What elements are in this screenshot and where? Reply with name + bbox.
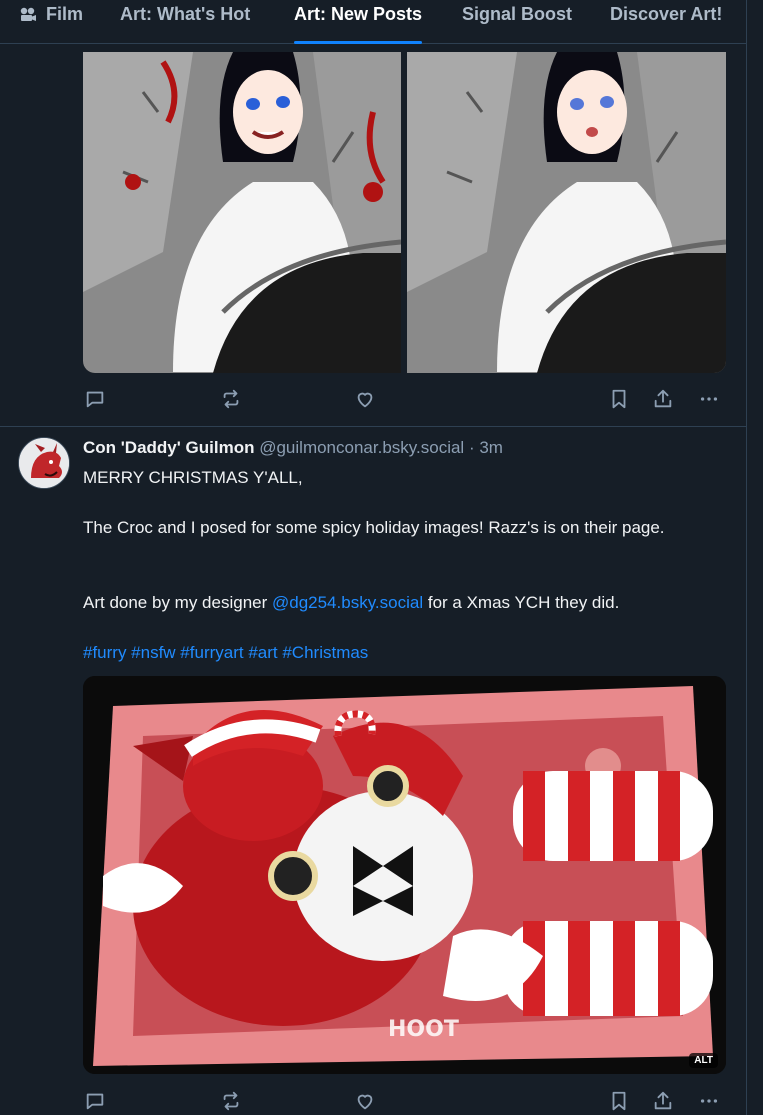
hashtags-link[interactable]: #furry #nsfw #furryart #art #Christmas <box>83 640 733 665</box>
tab-film[interactable]: Film <box>18 4 83 44</box>
feed-right-border <box>746 0 747 1115</box>
share-icon <box>654 389 672 408</box>
author-handle[interactable]: @guilmonconar.bsky.social <box>259 438 464 457</box>
tab-signal-boost[interactable]: Signal Boost <box>462 4 572 44</box>
red-dragon-avatar-image <box>19 438 69 488</box>
post-timestamp[interactable]: 3m <box>479 438 503 457</box>
reply-button[interactable] <box>82 386 108 412</box>
designer-mention-link[interactable]: @dg254.bsky.social <box>272 593 423 612</box>
bookmark-button[interactable] <box>606 386 632 412</box>
reply-icon <box>86 391 104 408</box>
tab-discover-art[interactable]: Discover Art! <box>610 4 722 44</box>
credit-text-end: for a Xmas YCH they did. <box>423 593 620 612</box>
christmas-dragon-artwork: HOOT <box>83 676 726 1074</box>
like-button[interactable] <box>352 1088 378 1114</box>
bookmark-button[interactable] <box>606 1088 632 1114</box>
bookmark-icon <box>612 1091 626 1111</box>
tab-label: Film <box>46 4 84 24</box>
share-icon <box>654 1091 672 1110</box>
post-text-line: MERRY CHRISTMAS Y'ALL, <box>83 468 303 487</box>
film-projector-icon <box>18 4 38 24</box>
more-icon <box>700 1099 718 1103</box>
tab-label: Art: New Posts <box>294 4 423 24</box>
post-image[interactable] <box>407 52 726 373</box>
more-button[interactable] <box>696 386 722 412</box>
like-button[interactable] <box>352 386 378 412</box>
repost-icon <box>223 1091 239 1111</box>
feed-tab-bar: Film Art: What's Hot Art: New Posts Sign… <box>0 0 746 44</box>
meta-separator: · <box>468 438 475 457</box>
post-text-credit: Art done by my designer @dg254.bsky.soci… <box>83 590 733 615</box>
post-image[interactable]: HOOT ALT <box>83 676 726 1074</box>
post-actions <box>82 386 722 416</box>
more-icon <box>700 397 718 401</box>
post-actions <box>82 1088 722 1115</box>
svg-text:HOOT: HOOT <box>388 1017 459 1042</box>
share-button[interactable] <box>650 1088 676 1114</box>
more-button[interactable] <box>696 1088 722 1114</box>
tab-art-new-posts[interactable]: Art: New Posts <box>294 4 423 44</box>
post-image[interactable] <box>83 52 401 373</box>
avatar[interactable] <box>18 437 70 489</box>
tab-label: Art: What's Hot <box>120 4 251 24</box>
like-icon <box>357 1094 373 1110</box>
repost-button[interactable] <box>218 1088 244 1114</box>
alt-text-badge[interactable]: ALT <box>689 1053 718 1068</box>
reply-icon <box>86 1093 104 1110</box>
active-tab-indicator <box>294 41 423 44</box>
reply-button[interactable] <box>82 1088 108 1114</box>
like-icon <box>357 392 373 408</box>
post-header: Con 'Daddy' Guilmon @guilmonconar.bsky.s… <box>83 438 733 458</box>
repost-button[interactable] <box>218 386 244 412</box>
anime-girl-artwork-bloody <box>83 52 401 373</box>
share-button[interactable] <box>650 386 676 412</box>
bookmark-icon <box>612 389 626 409</box>
author-name[interactable]: Con 'Daddy' Guilmon <box>83 438 254 457</box>
credit-text: Art done by my designer <box>83 593 272 612</box>
anime-girl-artwork-clean <box>407 52 726 373</box>
tab-label: Discover Art! <box>610 4 723 24</box>
post-text-paragraph: The Croc and I posed for some spicy holi… <box>83 518 665 537</box>
tab-art-whats-hot[interactable]: Art: What's Hot <box>120 4 250 44</box>
post-divider <box>0 426 746 427</box>
repost-icon <box>223 389 239 409</box>
tab-label: Signal Boost <box>462 4 573 24</box>
